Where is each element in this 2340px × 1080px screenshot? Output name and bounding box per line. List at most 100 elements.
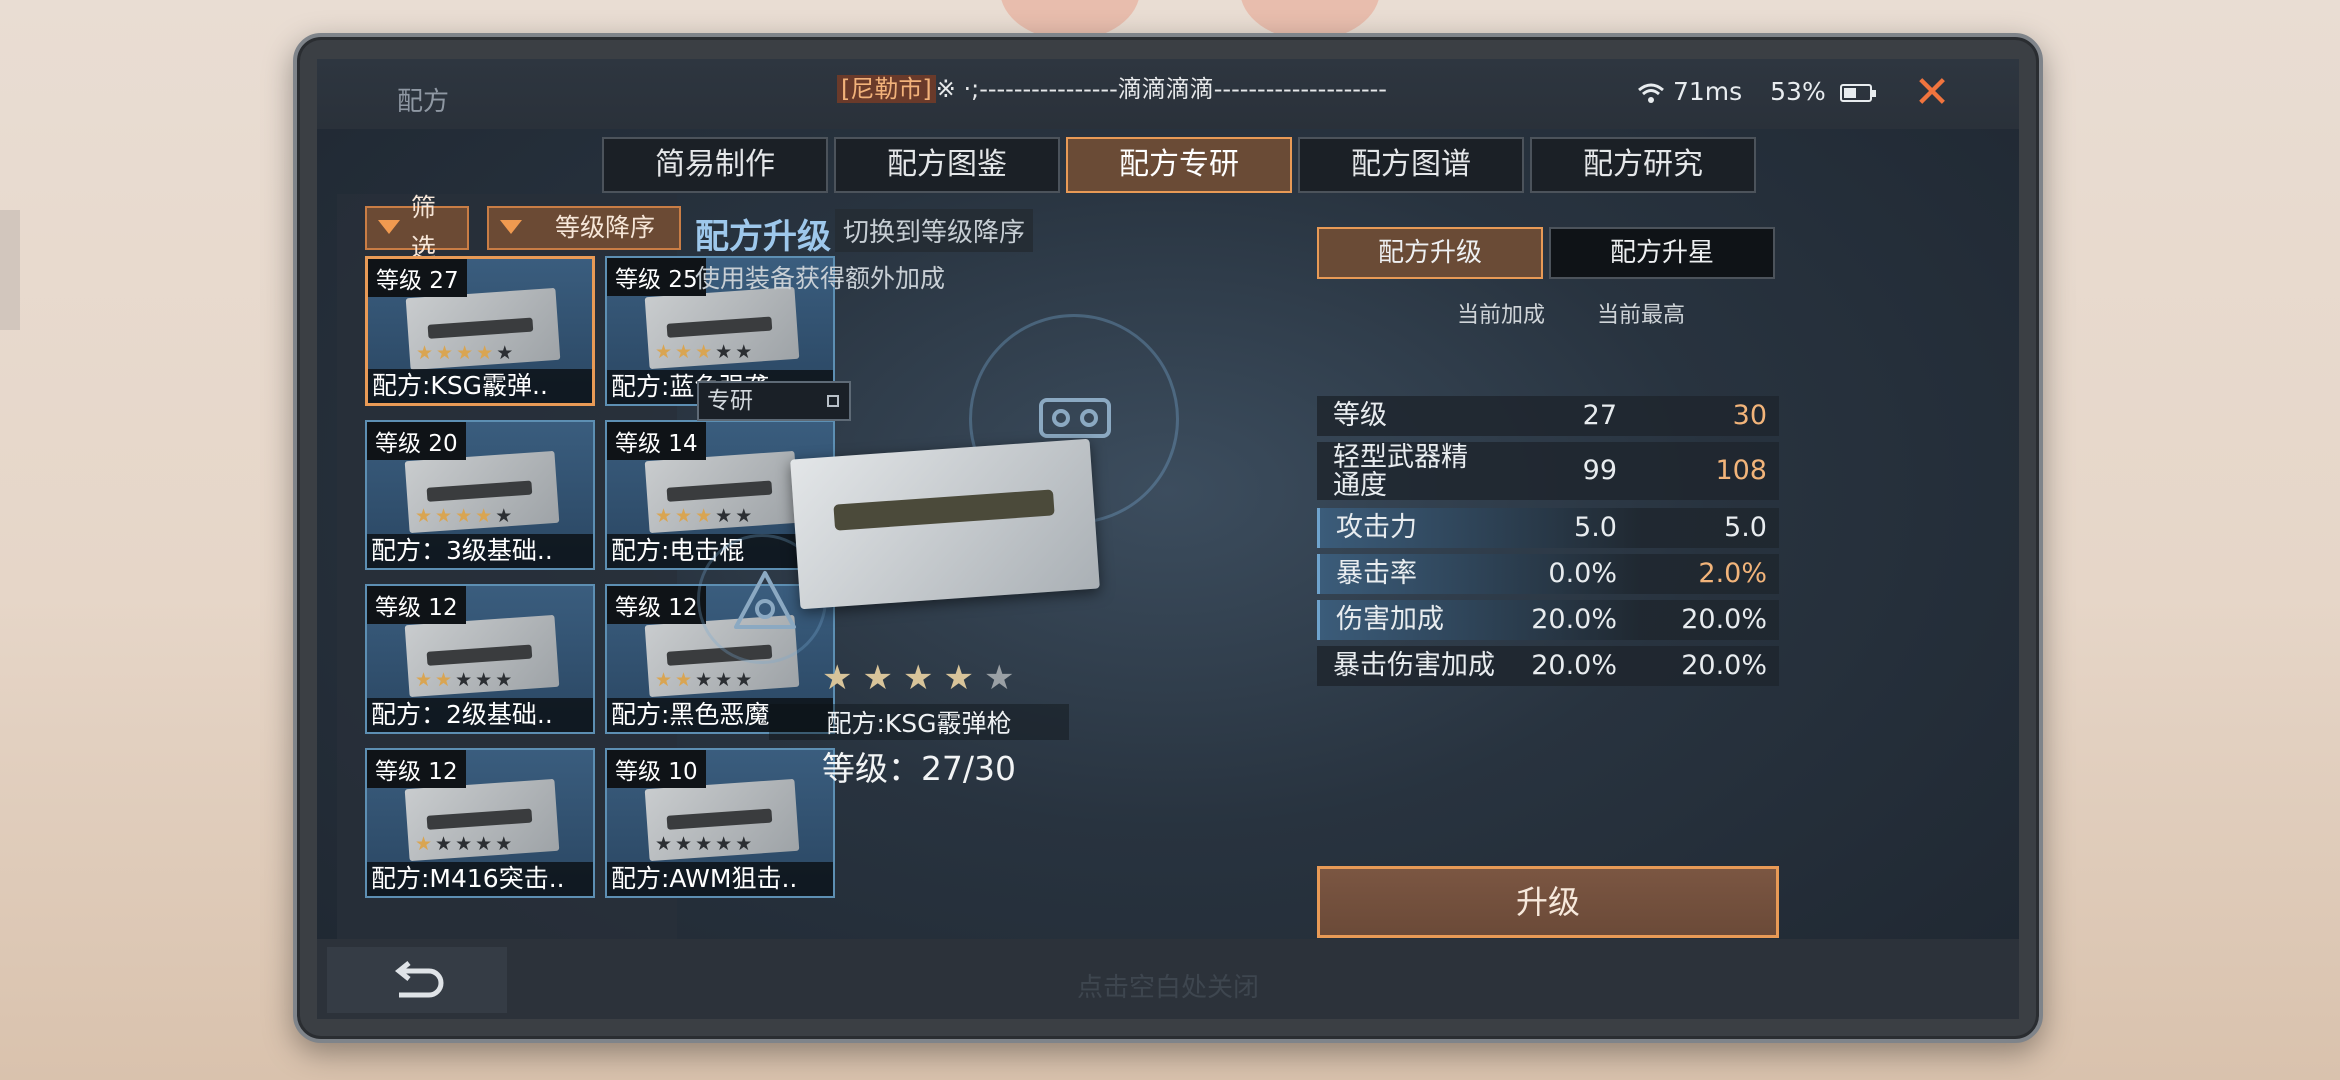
- recipe-card[interactable]: 等级 27 ★ ★ ★ ★ ★ 配方:KSG霰弹..: [365, 256, 595, 406]
- star-icon: ★: [476, 342, 494, 364]
- tab-recipe-upgrade[interactable]: 配方升级: [1317, 227, 1543, 279]
- star-icon: ★: [943, 658, 974, 698]
- stat-row: 轻型武器精通度 99 108: [1317, 442, 1779, 500]
- weapon-icon: [426, 480, 533, 502]
- broadcast-marquee: [尼勒市] ※ ·;----------------滴滴滴滴-----------…: [837, 69, 1387, 104]
- ping-value: 71ms: [1672, 77, 1743, 106]
- close-button[interactable]: ✕: [1897, 69, 1967, 119]
- recipe-level: 等级 27: [368, 259, 467, 297]
- stat-max: 20.0%: [1681, 650, 1767, 681]
- recipe-level: 等级 20: [367, 422, 466, 460]
- stat-max: 5.0: [1724, 512, 1767, 543]
- star-icon: ★: [735, 341, 753, 363]
- status-bar: 71ms 53%: [1637, 77, 1876, 106]
- star-icon: ★: [475, 669, 493, 691]
- window-title: 配方: [397, 87, 450, 117]
- back-button[interactable]: [327, 947, 507, 1013]
- weapon-icon: [666, 808, 773, 830]
- stat-max: 20.0%: [1681, 604, 1767, 635]
- recipe-name: 配方:AWM狙击..: [607, 862, 833, 896]
- star-icon: ★: [456, 342, 474, 364]
- gear-slot-icon: [1039, 398, 1111, 438]
- stat-row: 攻击力 5.0 5.0: [1317, 508, 1779, 548]
- star-icon: ★: [495, 669, 513, 691]
- star-icon: ★: [455, 669, 473, 691]
- stat-current: 5.0: [1574, 512, 1617, 543]
- recipe-card[interactable]: 等级 12 ★ ★ ★ ★ ★ 配方：2级基础..: [365, 584, 595, 734]
- star-icon: ★: [695, 669, 713, 691]
- recipe-card[interactable]: 等级 20 ★ ★ ★ ★ ★ 配方：3级基础..: [365, 420, 595, 570]
- tab-recipe-star-up[interactable]: 配方升星: [1549, 227, 1775, 279]
- star-icon: ★: [675, 833, 693, 855]
- stat-label: 暴击率: [1336, 558, 1417, 589]
- stat-label: 伤害加成: [1336, 604, 1444, 635]
- battery-icon: [1839, 84, 1876, 102]
- stat-max: 108: [1715, 455, 1767, 486]
- star-icon: ★: [455, 505, 473, 527]
- star-icon: ★: [715, 833, 733, 855]
- tab-recipe-atlas[interactable]: 配方图谱: [1298, 137, 1524, 193]
- square-icon: [827, 395, 839, 407]
- star-icon: ★: [455, 833, 473, 855]
- switch-sort-link[interactable]: 切换到等级降序: [835, 209, 1034, 252]
- stat-label: 轻型武器精通度: [1333, 442, 1468, 501]
- star-rating: ★ ★ ★ ★ ★: [655, 670, 752, 690]
- tab-recipe-research[interactable]: 配方专研: [1066, 137, 1292, 193]
- weapon-icon: [427, 317, 534, 339]
- tab-simple-craft[interactable]: 简易制作: [602, 137, 828, 193]
- recipe-card[interactable]: 等级 12 ★ ★ ★ ★ ★ 配方:M416突击..: [365, 748, 595, 898]
- filter-button[interactable]: 筛选: [365, 193, 469, 262]
- star-icon: ★: [822, 658, 853, 698]
- sort-button[interactable]: 等级降序: [487, 206, 681, 250]
- stat-current: 99: [1582, 455, 1617, 486]
- battery-value: 53%: [1770, 77, 1826, 106]
- star-icon: ★: [436, 342, 454, 364]
- star-icon: ★: [695, 505, 713, 527]
- star-icon: ★: [715, 341, 733, 363]
- weapon-icon: [666, 316, 773, 338]
- stat-max: 2.0%: [1698, 558, 1767, 589]
- stat-current: 20.0%: [1531, 650, 1617, 681]
- weapon-icon: [426, 644, 533, 666]
- star-rating: ★ ★ ★ ★ ★: [655, 342, 752, 362]
- marquee-channel-tag: [尼勒市]: [837, 75, 936, 103]
- star-icon: ★: [435, 833, 453, 855]
- recipe-level: 等级 12: [367, 750, 466, 788]
- bottom-bar: 点击空白处关闭: [317, 939, 2019, 1019]
- upgrade-button[interactable]: 升级: [1317, 866, 1779, 938]
- star-icon: ★: [415, 669, 433, 691]
- chevron-down-icon: [497, 218, 525, 238]
- star-rating: ★ ★ ★ ★ ★: [415, 670, 512, 690]
- star-icon: ★: [675, 669, 693, 691]
- triangle-slot-icon: [734, 571, 796, 629]
- star-icon: ★: [902, 658, 934, 698]
- weapon-icon: [666, 480, 773, 502]
- section-subtitle: 使用装备获得额外加成: [695, 264, 946, 293]
- tab-recipe-catalog[interactable]: 配方图鉴: [834, 137, 1060, 193]
- recipe-list-panel: 筛选 等级降序 等级 27 ★ ★ ★ ★ ★ 配方:KSG霰弹.. 等级 25 ★ ★ ★…: [337, 193, 835, 974]
- star-icon: ★: [695, 833, 713, 855]
- close-hint[interactable]: 点击空白处关闭: [317, 967, 2019, 1004]
- stat-label: 攻击力: [1336, 512, 1417, 543]
- tab-recipe-study[interactable]: 配方研究: [1530, 137, 1756, 193]
- recipe-name: 配方：3级基础..: [367, 534, 593, 568]
- selected-recipe-name: 配方:KSG霰弹枪: [769, 704, 1069, 740]
- main-tabs: 简易制作 配方图鉴 配方专研 配方图谱 配方研究: [602, 137, 1756, 193]
- column-max: 当前最高: [1597, 303, 1686, 328]
- star-icon: ★: [435, 505, 453, 527]
- star-icon: ★: [416, 342, 434, 364]
- stat-current: 0.0%: [1548, 558, 1617, 589]
- star-icon: ★: [735, 833, 753, 855]
- star-icon: ★: [475, 505, 493, 527]
- star-icon: ★: [475, 833, 493, 855]
- section-title: 配方升级: [695, 217, 831, 257]
- recipe-level: 等级 12: [367, 586, 466, 624]
- star-icon: ★: [735, 505, 753, 527]
- recipe-name: 配方：2级基础..: [367, 698, 593, 732]
- research-tag-label: 专研: [707, 388, 753, 414]
- selected-recipe-level: 等级：27/30: [821, 749, 1017, 788]
- star-icon: ★: [675, 505, 693, 527]
- star-rating: ★ ★ ★ ★ ★: [822, 661, 1014, 695]
- star-icon: ★: [735, 669, 753, 691]
- star-icon: ★: [435, 669, 453, 691]
